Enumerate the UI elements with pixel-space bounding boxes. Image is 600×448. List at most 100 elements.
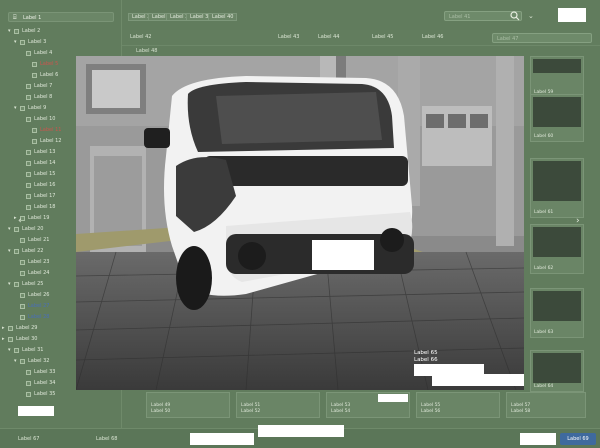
chevron-down-icon[interactable]: ▾ — [8, 281, 11, 287]
thumbnail-image — [533, 353, 581, 383]
filter-item-3[interactable]: Label 44 — [318, 34, 339, 40]
tree-item-label: Label 12 — [40, 138, 62, 144]
checkbox[interactable] — [20, 315, 25, 320]
sidebar-header-label: Label 1 — [23, 15, 42, 21]
filter-item-5[interactable]: Label 46 — [422, 34, 443, 40]
checkbox[interactable] — [26, 95, 31, 100]
chevron-right-icon[interactable]: ▸ — [14, 215, 17, 221]
sidebar-header[interactable]: ⌸ Label 1 — [8, 12, 114, 22]
card-caption: Label 55 — [421, 403, 441, 408]
checkbox[interactable] — [26, 205, 31, 210]
next-arrow-icon[interactable]: › — [576, 216, 580, 226]
tree-item-label: Label 8 — [34, 94, 53, 100]
chevron-down-icon[interactable]: ▾ — [14, 105, 17, 111]
checkbox[interactable] — [20, 260, 25, 265]
checkbox[interactable] — [8, 326, 13, 331]
filter-item-1[interactable]: Label 42 — [130, 34, 151, 40]
thumbnail-card[interactable]: Label 59 — [530, 56, 584, 98]
checkbox[interactable] — [26, 392, 31, 397]
photo-stamp-line-2: Label 66 — [414, 357, 438, 363]
redacted-block — [258, 425, 344, 437]
thumbnail-label: Label 63 — [534, 330, 554, 335]
tree-item[interactable]: ▾ Label 3 — [6, 39, 118, 47]
tree-item-label: Label 30 — [16, 336, 38, 342]
checkbox[interactable] — [8, 337, 13, 342]
checkbox[interactable] — [14, 348, 19, 353]
thumbnail-card[interactable]: Label 62 — [530, 224, 584, 274]
checkbox[interactable] — [26, 183, 31, 188]
tree-item-label: Label 9 — [28, 105, 47, 111]
checkbox[interactable] — [26, 84, 31, 89]
tree-item-label: Label 19 — [28, 215, 50, 221]
tree-item-label: Label 3 — [28, 39, 47, 45]
chevron-down-icon[interactable]: ▾ — [14, 358, 17, 364]
checkbox[interactable] — [20, 271, 25, 276]
checkbox[interactable] — [14, 29, 19, 34]
checkbox[interactable] — [26, 150, 31, 155]
chevron-right-icon[interactable]: ▸ — [2, 336, 5, 342]
checkbox[interactable] — [32, 62, 37, 67]
chevron-down-icon[interactable]: ▾ — [8, 248, 11, 254]
checkbox[interactable] — [14, 249, 19, 254]
tree-item[interactable]: Label 35 — [6, 391, 118, 399]
tree-item-label: Label 6 — [40, 72, 59, 78]
redacted-block — [378, 394, 408, 402]
checkbox[interactable] — [26, 117, 31, 122]
confirm-button[interactable]: Label 69 — [560, 433, 596, 445]
chevron-down-icon[interactable]: ▾ — [8, 28, 11, 34]
checkbox[interactable] — [32, 128, 37, 133]
tree-item-label: Label 20 — [22, 226, 44, 232]
checkbox[interactable] — [20, 304, 25, 309]
checkbox[interactable] — [26, 370, 31, 375]
thumbnail-label: Label 64 — [534, 384, 554, 389]
tree-item-label: Label 10 — [34, 116, 56, 122]
chevron-right-icon[interactable]: ▸ — [2, 325, 5, 331]
photo-card[interactable]: Label 55 Label 56 — [416, 392, 500, 418]
checkbox[interactable] — [26, 51, 31, 56]
chevron-down-icon[interactable]: ▾ — [8, 347, 11, 353]
thumbnail-card[interactable]: Label 64 — [530, 350, 584, 392]
toolbar-button-5[interactable]: Label 40 — [208, 13, 238, 21]
card-caption: Label 49 — [151, 403, 171, 408]
redacted-block — [558, 8, 586, 22]
checkbox[interactable] — [26, 161, 31, 166]
checkbox[interactable] — [26, 194, 31, 199]
thumbnail-image — [533, 161, 581, 201]
thumbnail-card[interactable]: Label 61 — [530, 158, 584, 218]
chevron-down-icon[interactable]: ▾ — [14, 39, 17, 45]
checkbox[interactable] — [20, 238, 25, 243]
thumbnail-image — [533, 97, 581, 127]
photo-viewer[interactable]: Label 65 Label 66 — [76, 56, 524, 390]
photo-stamp-line-1: Label 65 — [414, 350, 438, 356]
checkbox[interactable] — [26, 381, 31, 386]
filter-item-4[interactable]: Label 45 — [372, 34, 393, 40]
tree-item-label: Label 7 — [34, 83, 53, 89]
checkbox[interactable] — [20, 40, 25, 45]
tree-item-label: Label 34 — [34, 380, 56, 386]
photo-card[interactable]: Label 49 Label 50 — [146, 392, 230, 418]
thumbnail-card[interactable]: Label 63 — [530, 288, 584, 338]
thumbnail-image — [533, 291, 581, 321]
tree-item-label: Label 31 — [22, 347, 44, 353]
checkbox[interactable] — [32, 139, 37, 144]
filter-search-input[interactable]: Label 47 — [492, 33, 592, 43]
thumbnail-card[interactable]: Label 60 — [530, 94, 584, 142]
photo-card[interactable]: Label 51 Label 52 — [236, 392, 320, 418]
filter-item-2[interactable]: Label 43 — [278, 34, 299, 40]
breadcrumb: Label 48 — [136, 48, 158, 54]
checkbox[interactable] — [14, 282, 19, 287]
checkbox[interactable] — [32, 73, 37, 78]
tree-item[interactable]: ▾ Label 2 — [6, 28, 118, 36]
checkbox[interactable] — [14, 227, 19, 232]
checkbox[interactable] — [20, 293, 25, 298]
previous-arrow-icon[interactable]: ‹ — [18, 216, 22, 226]
checkbox[interactable] — [26, 172, 31, 177]
chevron-down-icon[interactable]: ▾ — [8, 226, 11, 232]
tree-item-label: Label 22 — [22, 248, 44, 254]
checkbox[interactable] — [20, 359, 25, 364]
search-icon[interactable] — [510, 11, 520, 21]
tree-item-label: Label 18 — [34, 204, 56, 210]
photo-card[interactable]: Label 57 Label 58 — [506, 392, 586, 418]
checkbox[interactable] — [20, 106, 25, 111]
chevron-down-icon[interactable]: ⌄ — [528, 12, 534, 20]
